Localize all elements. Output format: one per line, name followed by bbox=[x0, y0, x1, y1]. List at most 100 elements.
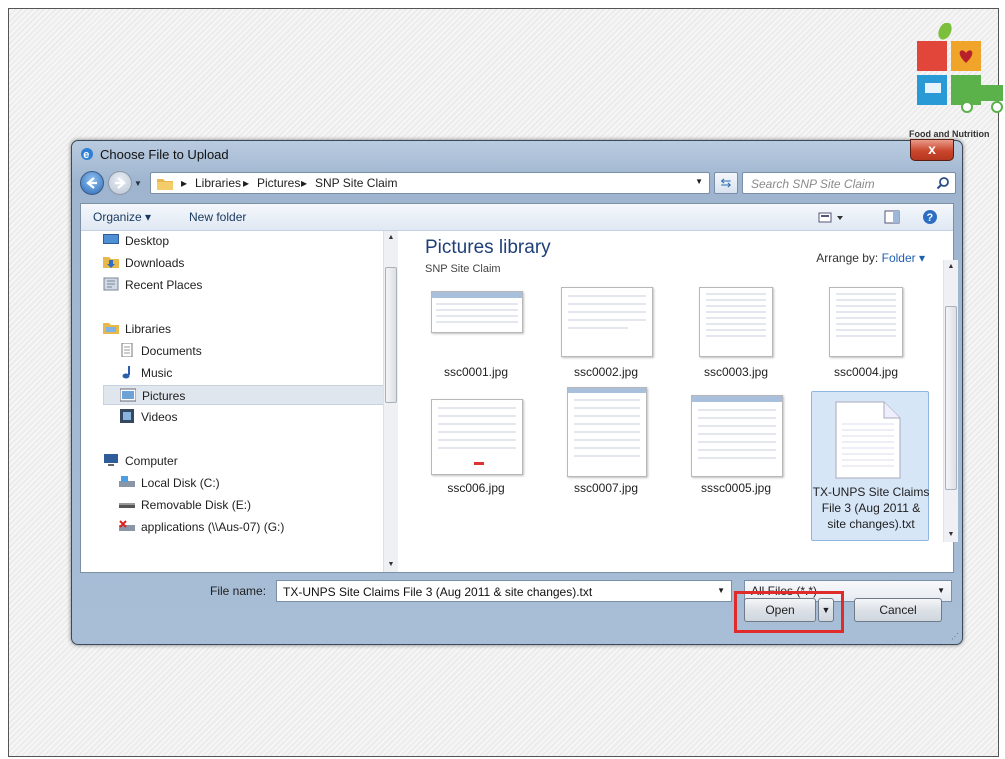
nav-label: Removable Disk (E:) bbox=[141, 498, 252, 512]
file-type-dropdown-icon: ▼ bbox=[937, 586, 945, 595]
cancel-button[interactable]: Cancel bbox=[854, 598, 942, 622]
breadcrumb-libraries[interactable]: Libraries bbox=[195, 176, 241, 190]
breadcrumb-separator: ▸ bbox=[301, 176, 308, 190]
nav-label: Pictures bbox=[142, 389, 186, 403]
hard-drive-icon bbox=[119, 476, 135, 487]
view-options-icon[interactable] bbox=[817, 208, 845, 226]
breadcrumb-snp-site-claim[interactable]: SNP Site Claim bbox=[315, 176, 397, 190]
scroll-down-icon[interactable]: ▼ bbox=[944, 528, 958, 542]
cancel-button-label: Cancel bbox=[879, 603, 917, 617]
close-button[interactable]: x bbox=[910, 139, 954, 161]
arrange-by: Arrange by: Folder ▾ bbox=[816, 251, 925, 265]
file-thumbnail bbox=[567, 387, 647, 477]
new-folder-button[interactable]: New folder bbox=[189, 210, 246, 224]
nav-item-pictures[interactable]: Pictures bbox=[103, 385, 395, 405]
file-name: ssc0003.jpg bbox=[703, 365, 769, 379]
forward-button[interactable] bbox=[108, 171, 132, 195]
slide-background: Food and Nutrition e Choose File to Uplo… bbox=[8, 8, 1003, 757]
file-name-combobox: ▼ bbox=[276, 580, 732, 602]
file-name-dropdown-icon[interactable]: ▼ bbox=[717, 586, 725, 595]
removable-disk-icon bbox=[119, 503, 135, 508]
address-bar[interactable]: ▸ Libraries ▸ Pictures ▸ SNP Site Claim … bbox=[150, 172, 710, 194]
search-input[interactable] bbox=[749, 175, 933, 193]
file-thumbnail bbox=[561, 287, 653, 357]
text-file-icon bbox=[834, 400, 902, 480]
scroll-thumb[interactable] bbox=[385, 267, 397, 403]
navigation-pane: Desktop Downloads Recent Places Librarie… bbox=[81, 231, 399, 572]
preview-pane-icon[interactable] bbox=[883, 208, 901, 226]
breadcrumb-separator: ▸ bbox=[243, 176, 250, 190]
file-item-selected[interactable]: TX-UNPS Site Claims File 3 (Aug 2011 & s… bbox=[811, 391, 929, 541]
resize-grip-icon[interactable]: ⋰ bbox=[951, 632, 959, 641]
back-button[interactable] bbox=[80, 171, 104, 195]
arrange-by-value: Folder bbox=[881, 251, 916, 265]
recent-places-icon bbox=[103, 277, 119, 291]
downloads-icon bbox=[103, 257, 119, 268]
content-pane: Pictures library SNP Site Claim Arrange … bbox=[411, 231, 953, 572]
file-name-label: File name: bbox=[210, 584, 267, 598]
logo-graphic bbox=[917, 22, 1003, 113]
document-preview-icon bbox=[568, 295, 646, 329]
file-item[interactable]: ssc0004.jpg bbox=[807, 287, 925, 387]
libraries-icon bbox=[103, 323, 119, 334]
file-upload-dialog: e Choose File to Upload x ▼ ▸ Libraries … bbox=[71, 139, 963, 645]
nav-label: Desktop bbox=[125, 234, 170, 248]
file-name: ssc006.jpg bbox=[447, 481, 505, 495]
scroll-up-icon[interactable]: ▲ bbox=[384, 231, 398, 245]
scroll-thumb[interactable] bbox=[945, 306, 957, 490]
file-item[interactable]: sssc0005.jpg bbox=[677, 395, 795, 499]
breadcrumb-pictures[interactable]: Pictures bbox=[257, 176, 300, 190]
file-item[interactable]: ssc0007.jpg bbox=[547, 387, 665, 499]
navigation-scrollbar[interactable]: ▲ ▼ bbox=[383, 231, 398, 572]
document-preview-icon bbox=[438, 407, 516, 465]
file-thumbnail bbox=[699, 287, 773, 357]
nav-label: Documents bbox=[141, 344, 202, 358]
content-scrollbar[interactable]: ▲ ▼ bbox=[943, 260, 958, 542]
nav-label: Music bbox=[141, 366, 173, 380]
search-icon[interactable] bbox=[936, 176, 950, 190]
folder-icon bbox=[157, 179, 173, 190]
arrange-by-label: Arrange by: bbox=[816, 251, 879, 265]
svg-text:e: e bbox=[83, 149, 89, 161]
food-nutrition-logo: Food and Nutrition bbox=[909, 22, 1005, 139]
help-icon[interactable]: ? bbox=[921, 208, 939, 226]
file-item[interactable]: ssc006.jpg bbox=[417, 399, 535, 499]
file-item[interactable]: ssc0002.jpg bbox=[547, 287, 665, 387]
document-preview-icon bbox=[692, 396, 782, 459]
file-thumbnail bbox=[431, 291, 523, 333]
file-thumbnail bbox=[829, 287, 903, 357]
forward-arrow-icon bbox=[115, 177, 126, 189]
refresh-button[interactable]: ⇆ bbox=[714, 172, 738, 194]
network-drive-icon bbox=[119, 520, 135, 531]
organize-menu[interactable]: Organize ▾ bbox=[93, 210, 151, 224]
nav-label: applications (\\Aus-07) (G:) bbox=[141, 520, 285, 534]
nav-label: Videos bbox=[141, 410, 178, 424]
title-bar[interactable]: e Choose File to Upload x bbox=[72, 139, 962, 167]
file-name: ssc0007.jpg bbox=[573, 481, 639, 495]
scroll-up-icon[interactable]: ▲ bbox=[944, 260, 958, 274]
scroll-down-icon[interactable]: ▼ bbox=[384, 558, 398, 572]
nav-label: Local Disk (C:) bbox=[141, 476, 220, 490]
nav-label: Recent Places bbox=[125, 278, 203, 292]
file-item[interactable]: ssc0003.jpg bbox=[677, 287, 795, 387]
nav-label: Downloads bbox=[125, 256, 185, 270]
file-item[interactable]: ssc0001.jpg bbox=[417, 291, 535, 387]
documents-icon bbox=[121, 343, 133, 357]
recent-pages-dropdown-icon[interactable]: ▼ bbox=[134, 179, 142, 188]
refresh-icon: ⇆ bbox=[720, 175, 732, 190]
address-dropdown-icon[interactable]: ▼ bbox=[695, 177, 703, 186]
file-name-input[interactable] bbox=[281, 584, 705, 600]
pictures-icon bbox=[120, 388, 136, 402]
logo-caption: Food and Nutrition bbox=[909, 129, 990, 139]
file-name: ssc0001.jpg bbox=[443, 365, 509, 379]
arrange-by-dropdown[interactable]: Folder ▾ bbox=[882, 251, 925, 265]
videos-icon bbox=[120, 409, 134, 423]
file-thumbnail bbox=[431, 399, 523, 475]
nav-label: Computer bbox=[125, 454, 178, 468]
back-arrow-icon bbox=[86, 177, 97, 189]
file-name: sssc0005.jpg bbox=[700, 481, 772, 495]
address-row: ▼ ▸ Libraries ▸ Pictures ▸ SNP Site Clai… bbox=[80, 171, 956, 197]
library-title: Pictures library bbox=[425, 237, 551, 258]
file-thumbnail bbox=[691, 395, 783, 477]
desktop-icon bbox=[103, 234, 119, 244]
